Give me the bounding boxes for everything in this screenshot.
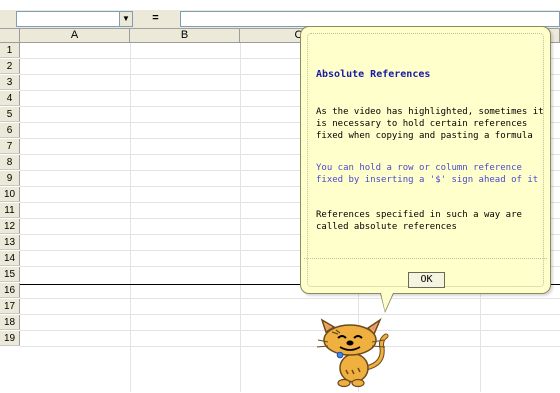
gridline	[20, 346, 560, 347]
row-header[interactable]: 16	[0, 283, 20, 298]
row-header[interactable]: 7	[0, 139, 20, 154]
row-header[interactable]: 6	[0, 123, 20, 138]
row-header[interactable]: 5	[0, 107, 20, 122]
gridline	[20, 330, 560, 331]
row-header[interactable]: 13	[0, 235, 20, 250]
assistant-paragraph-1: As the video has highlighted, sometimes …	[316, 107, 544, 141]
assistant-paragraph-2: You can hold a row or column reference f…	[316, 163, 539, 185]
row-header[interactable]: 3	[0, 75, 20, 90]
formula-equals-label: =	[133, 11, 178, 25]
column-header-b[interactable]: B	[130, 29, 240, 43]
row-header[interactable]: 8	[0, 155, 20, 170]
bubble-divider	[304, 258, 547, 260]
column-header-a[interactable]: A	[20, 29, 130, 43]
row-header[interactable]: 17	[0, 299, 20, 314]
gridline	[20, 314, 560, 315]
select-all-corner[interactable]	[0, 29, 20, 43]
row-header[interactable]: 9	[0, 171, 20, 186]
row-header[interactable]: 2	[0, 59, 20, 74]
row-header[interactable]: 11	[0, 203, 20, 218]
row-header[interactable]: 10	[0, 187, 20, 202]
row-header[interactable]: 14	[0, 251, 20, 266]
chevron-down-icon[interactable]: ▼	[119, 12, 132, 26]
ok-button[interactable]: OK	[408, 272, 445, 288]
formula-input[interactable]	[180, 11, 560, 27]
assistant-speech-bubble: Absolute References	[300, 26, 551, 294]
assistant-paragraph-3: References specified in such a way are c…	[316, 210, 522, 232]
assistant-title: Absolute References	[316, 69, 431, 80]
gridline	[20, 298, 560, 299]
row-header[interactable]: 1	[0, 43, 20, 58]
cat-assistant-icon[interactable]	[316, 317, 390, 388]
row-header[interactable]: 15	[0, 267, 20, 282]
row-header[interactable]: 19	[0, 331, 20, 346]
speech-bubble-tail	[381, 293, 393, 311]
row-header[interactable]: 4	[0, 91, 20, 106]
row-header[interactable]: 18	[0, 315, 20, 330]
row-header[interactable]: 12	[0, 219, 20, 234]
name-box[interactable]: ▼	[16, 11, 133, 27]
